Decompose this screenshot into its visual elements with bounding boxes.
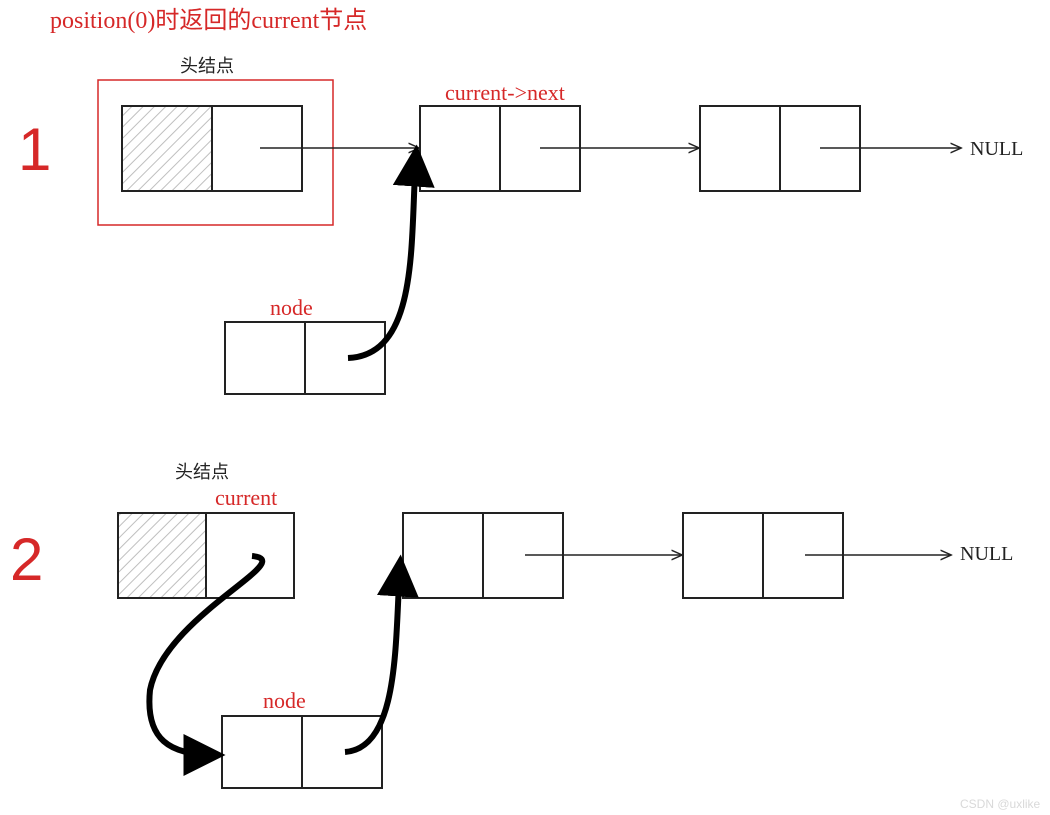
- diagram-canvas: position(0)时返回的current节点 1 头结点 current->…: [0, 0, 1050, 815]
- arrow-newnode-to-next-d1: [348, 155, 416, 358]
- node-label-1: node: [270, 295, 313, 320]
- title-text: position(0)时返回的current节点: [50, 7, 367, 34]
- step-2-number: 2: [10, 526, 43, 593]
- diagram-1: 1 头结点 current->next NULL node: [18, 56, 1023, 394]
- watermark: CSDN @uxlike: [960, 797, 1041, 811]
- null-label-1: NULL: [970, 138, 1023, 160]
- current-next-label: current->next: [445, 80, 565, 105]
- node-label-2: node: [263, 688, 306, 713]
- arrow-newnode-to-next-d2: [345, 565, 400, 752]
- null-label-2: NULL: [960, 543, 1013, 565]
- head-label-1: 头结点: [180, 56, 234, 76]
- diagram-2: 2 头结点 current NULL node: [10, 462, 1013, 788]
- step-1-number: 1: [18, 116, 51, 183]
- head-label-2: 头结点: [175, 462, 229, 482]
- current-label-2: current: [215, 485, 277, 510]
- new-node-2: [222, 716, 382, 788]
- head-node-2: [118, 513, 294, 598]
